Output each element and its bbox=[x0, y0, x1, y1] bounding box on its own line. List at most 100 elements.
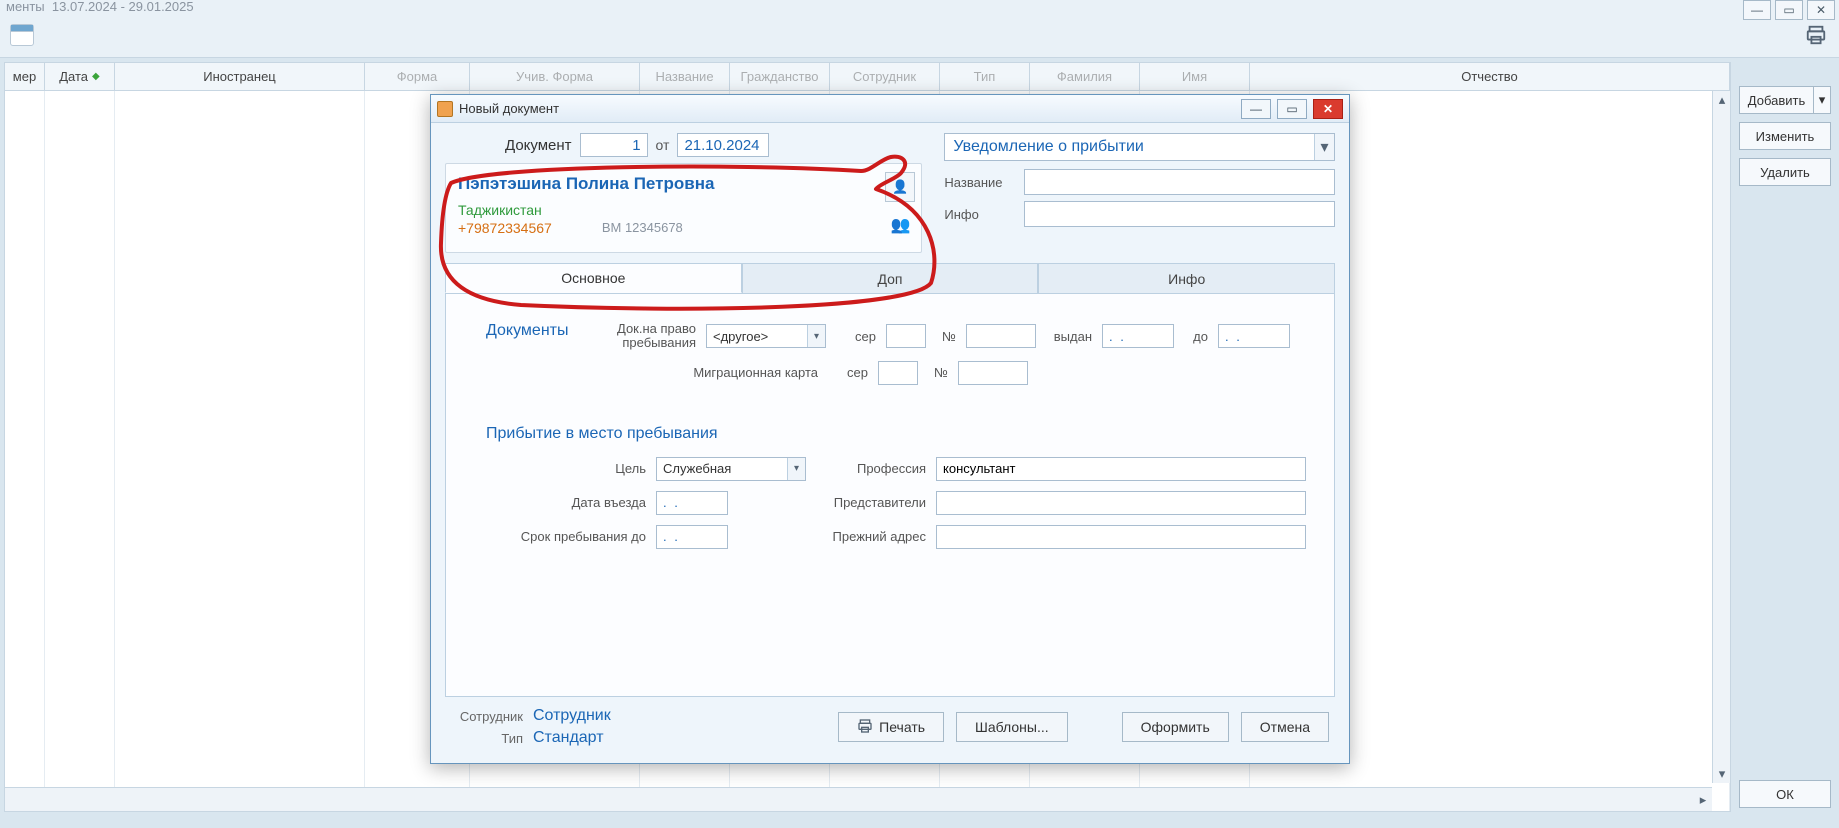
col-fam[interactable]: Фамилия bbox=[1030, 63, 1140, 90]
edit-button[interactable]: Изменить bbox=[1739, 122, 1831, 150]
dialog-footer: Сотрудник Сотрудник Тип Стандарт Печать … bbox=[445, 697, 1335, 751]
horizontal-scrollbar[interactable]: ▸ bbox=[5, 787, 1712, 811]
dialog-tabs: Основное Доп Инфо bbox=[445, 263, 1335, 294]
document-type-value: Уведомление о прибытии bbox=[953, 138, 1143, 156]
right-doc-select[interactable]: <другое> ▾ bbox=[706, 324, 826, 348]
document-line: Документ от bbox=[445, 133, 922, 157]
title-fragment: менты bbox=[6, 0, 45, 14]
dialog-maximize-button[interactable]: ▭ bbox=[1277, 99, 1307, 119]
goal-label: Цель bbox=[516, 461, 646, 476]
scroll-up-icon[interactable]: ▴ bbox=[1713, 91, 1731, 109]
person-card-icon[interactable]: 👤 bbox=[885, 172, 915, 202]
entry-date-label: Дата въезда bbox=[516, 495, 646, 510]
scroll-down-icon[interactable]: ▾ bbox=[1713, 765, 1731, 783]
maximize-button[interactable]: ▭ bbox=[1775, 0, 1803, 20]
entry-date-input[interactable]: . . bbox=[656, 491, 728, 515]
col-uchiv[interactable]: Учив. Форма bbox=[470, 63, 640, 90]
person-name: Пэпэтэшина Полина Петровна bbox=[458, 174, 909, 194]
col-nazv[interactable]: Название bbox=[640, 63, 730, 90]
document-label: Документ bbox=[505, 137, 572, 154]
chevron-down-icon: ▾ bbox=[807, 325, 825, 347]
grid-header: мер Дата◆ Иностранец Форма Учив. Форма Н… bbox=[5, 63, 1730, 91]
profession-input[interactable] bbox=[936, 457, 1306, 481]
footer-type-value[interactable]: Стандарт bbox=[533, 729, 604, 747]
cancel-button[interactable]: Отмена bbox=[1241, 712, 1329, 742]
document-type-select[interactable]: Уведомление о прибытии ▾ bbox=[944, 133, 1335, 161]
profession-label: Профессия bbox=[816, 461, 926, 476]
person-card: Пэпэтэшина Полина Петровна Таджикистан +… bbox=[445, 163, 922, 253]
close-button[interactable]: ✕ bbox=[1807, 0, 1835, 20]
print-button[interactable]: Печать bbox=[838, 712, 944, 742]
tab-main[interactable]: Основное bbox=[445, 263, 742, 293]
footer-type-label: Тип bbox=[451, 731, 523, 746]
calendar-icon[interactable] bbox=[10, 24, 34, 46]
col-date[interactable]: Дата◆ bbox=[45, 63, 115, 90]
stay-until-input[interactable]: . . bbox=[656, 525, 728, 549]
dialog-close-button[interactable]: ✕ bbox=[1313, 99, 1343, 119]
goal-select[interactable]: Служебная ▾ bbox=[656, 457, 806, 481]
person-add-icon[interactable]: 👥 bbox=[885, 210, 915, 240]
profile-card-icon: 👤 bbox=[892, 179, 908, 195]
ok-button[interactable]: ОК bbox=[1739, 780, 1831, 808]
app-menu-bar: менты 13.07.2024 - 29.01.2025 bbox=[0, 0, 1839, 12]
col-name[interactable]: Имя bbox=[1140, 63, 1250, 90]
chevron-down-icon: ▾ bbox=[1314, 134, 1334, 160]
prev-addr-input[interactable] bbox=[936, 525, 1306, 549]
mig-no-input[interactable] bbox=[958, 361, 1028, 385]
dialog-minimize-button[interactable]: — bbox=[1241, 99, 1271, 119]
new-document-dialog: Новый документ — ▭ ✕ Документ от Пэпэтэш… bbox=[430, 94, 1350, 764]
add-button[interactable]: Добавить bbox=[1739, 86, 1813, 114]
prev-addr-label: Прежний адрес bbox=[816, 529, 926, 544]
date-to: 29.01.2025 bbox=[129, 0, 194, 14]
no-input[interactable] bbox=[966, 324, 1036, 348]
delete-button[interactable]: Удалить bbox=[1739, 158, 1831, 186]
main-window-controls: — ▭ ✕ bbox=[1743, 0, 1835, 20]
tab-pane-main: Документы Док.на право пребывания <друго… bbox=[445, 294, 1335, 697]
footer-sotr-label: Сотрудник bbox=[451, 709, 523, 724]
info-input[interactable] bbox=[1024, 201, 1335, 227]
to-date-input[interactable]: . . bbox=[1218, 324, 1290, 348]
dialog-body: Документ от Пэпэтэшина Полина Петровна Т… bbox=[431, 123, 1349, 763]
col-type[interactable]: Тип bbox=[940, 63, 1030, 90]
tab-info[interactable]: Инфо bbox=[1038, 263, 1335, 293]
ser-input[interactable] bbox=[886, 324, 926, 348]
scroll-right-icon[interactable]: ▸ bbox=[1694, 791, 1712, 809]
col-forma[interactable]: Форма bbox=[365, 63, 470, 90]
ser-label: сер bbox=[836, 329, 876, 344]
name-input[interactable] bbox=[1024, 169, 1335, 195]
col-number[interactable]: мер bbox=[5, 63, 45, 90]
dialog-title: Новый документ bbox=[459, 101, 559, 116]
issued-date-input[interactable]: . . bbox=[1102, 324, 1174, 348]
add-dropdown-button[interactable]: ▾ bbox=[1813, 86, 1831, 114]
document-date-input[interactable] bbox=[677, 133, 769, 157]
person-country: Таджикистан bbox=[458, 202, 909, 218]
dialog-titlebar[interactable]: Новый документ — ▭ ✕ bbox=[431, 95, 1349, 123]
printer-icon[interactable] bbox=[1803, 24, 1829, 46]
footer-meta: Сотрудник Сотрудник Тип Стандарт bbox=[451, 707, 671, 747]
printer-icon bbox=[857, 718, 873, 737]
templates-button[interactable]: Шаблоны... bbox=[956, 712, 1068, 742]
add-button-split: Добавить ▾ bbox=[1739, 86, 1831, 114]
dialog-top-row: Документ от Пэпэтэшина Полина Петровна Т… bbox=[445, 133, 1335, 253]
col-citizen[interactable]: Гражданство bbox=[730, 63, 830, 90]
document-number-input[interactable] bbox=[580, 133, 648, 157]
mig-ser-label: сер bbox=[828, 365, 868, 380]
sort-arrow-icon: ◆ bbox=[92, 71, 100, 82]
tab-dop[interactable]: Доп bbox=[742, 263, 1039, 293]
col-patr[interactable]: Отчество bbox=[1250, 63, 1730, 90]
mig-ser-input[interactable] bbox=[878, 361, 918, 385]
reps-input[interactable] bbox=[936, 491, 1306, 515]
col-foreigner[interactable]: Иностранец bbox=[115, 63, 365, 90]
minimize-button[interactable]: — bbox=[1743, 0, 1771, 20]
right-doc-value: <другое> bbox=[713, 329, 768, 344]
section-documents-title: Документы bbox=[486, 322, 576, 340]
date-from: 13.07.2024 bbox=[52, 0, 117, 14]
right-doc-label: Док.на право пребывания bbox=[596, 322, 696, 351]
document-from-label: от bbox=[656, 137, 670, 153]
issue-button[interactable]: Оформить bbox=[1122, 712, 1229, 742]
footer-sotr-value[interactable]: Сотрудник bbox=[533, 707, 611, 725]
vertical-scrollbar[interactable]: ▴ ▾ bbox=[1712, 91, 1730, 783]
user-plus-icon: 👥 bbox=[890, 215, 910, 235]
section-arrival-title: Прибытие в место пребывания bbox=[486, 425, 1306, 443]
col-sotr[interactable]: Сотрудник bbox=[830, 63, 940, 90]
